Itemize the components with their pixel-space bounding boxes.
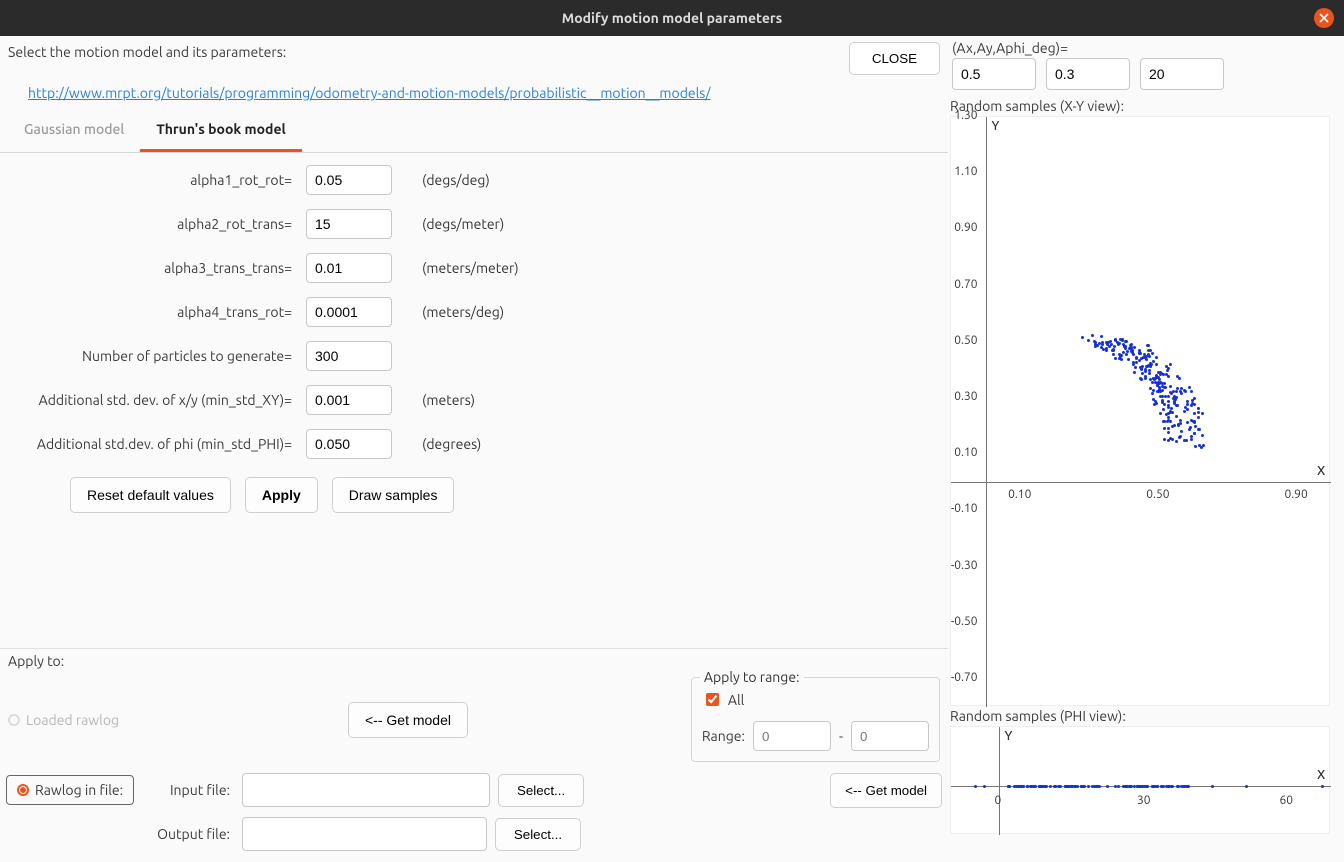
alpha2-unit: (degs/meter)	[422, 216, 504, 232]
plot-xy-label: Random samples (X-Y view):	[950, 96, 1338, 116]
range-groupbox: Apply to range: All Range: -	[691, 677, 940, 762]
titlebar: Modify motion model parameters	[0, 0, 1344, 36]
ax-input[interactable]	[952, 58, 1036, 90]
radio-loaded-label: Loaded rawlog	[26, 712, 119, 728]
nparticles-label: Number of particles to generate=	[10, 348, 296, 364]
ax-label: (Ax,Ay,Aphi_deg)=	[952, 40, 1336, 56]
minstdxy-unit: (meters)	[422, 392, 475, 408]
output-file-field[interactable]	[242, 817, 487, 851]
range-to-input[interactable]	[851, 721, 929, 751]
tab-thrun[interactable]: Thrun's book model	[140, 111, 301, 152]
alpha1-unit: (degs/deg)	[422, 172, 490, 188]
minstdphi-row: Additional std.dev. of phi (min_std_PHI)…	[10, 427, 938, 461]
alpha3-row: alpha3_trans_trans= (meters/meter)	[10, 251, 938, 285]
plot-phi-label: Random samples (PHI view):	[950, 706, 1338, 726]
alpha1-input[interactable]	[306, 165, 392, 195]
alpha3-input[interactable]	[306, 253, 392, 283]
doc-link[interactable]: http://www.mrpt.org/tutorials/programmin…	[28, 85, 711, 101]
alpha4-row: alpha4_trans_rot= (meters/deg)	[10, 295, 938, 329]
minstdphi-input[interactable]	[306, 429, 392, 459]
alpha3-unit: (meters/meter)	[422, 260, 519, 276]
minstdphi-unit: (degrees)	[422, 436, 481, 452]
minstdxy-row: Additional std. dev. of x/y (min_std_XY)…	[10, 383, 938, 417]
input-file-field[interactable]	[242, 773, 490, 807]
radio-rawlog-label: Rawlog in file:	[35, 782, 123, 798]
range-from-input[interactable]	[753, 721, 831, 751]
alpha4-label: alpha4_trans_rot=	[10, 304, 296, 320]
applyto-header: Apply to:	[6, 651, 942, 671]
window-title: Modify motion model parameters	[562, 10, 783, 26]
output-file-label: Output file:	[144, 826, 234, 842]
radio-loaded-rawlog[interactable]: Loaded rawlog	[8, 712, 119, 728]
alpha4-input[interactable]	[306, 297, 392, 327]
getmodel-bottom-button[interactable]: <-- Get model	[830, 773, 942, 808]
minstdxy-label: Additional std. dev. of x/y (min_std_XY)…	[10, 392, 296, 408]
range-dash: -	[839, 728, 843, 744]
radio-rawlog-file[interactable]: Rawlog in file:	[6, 775, 134, 805]
all-label: All	[728, 692, 744, 708]
ay-input[interactable]	[1046, 58, 1130, 90]
apply-button[interactable]: Apply	[245, 477, 318, 513]
alpha1-row: alpha1_rot_rot= (degs/deg)	[10, 163, 938, 197]
prompt-label: Select the motion model and its paramete…	[8, 44, 286, 60]
alpha4-unit: (meters/deg)	[422, 304, 504, 320]
alpha2-label: alpha2_rot_trans=	[10, 216, 296, 232]
output-file-select[interactable]: Select...	[495, 818, 581, 851]
alpha1-label: alpha1_rot_rot=	[10, 172, 296, 188]
aphi-input[interactable]	[1140, 58, 1224, 90]
range-title: Apply to range:	[700, 669, 804, 685]
plot-phi: YX03060	[950, 726, 1330, 834]
close-icon[interactable]	[1314, 8, 1334, 28]
draw-button[interactable]: Draw samples	[332, 477, 455, 513]
input-file-label: Input file:	[144, 782, 234, 798]
input-file-select[interactable]: Select...	[498, 774, 584, 807]
alpha2-row: alpha2_rot_trans= (degs/meter)	[10, 207, 938, 241]
close-button[interactable]: CLOSE	[849, 42, 940, 75]
nparticles-input[interactable]	[306, 341, 392, 371]
tab-gaussian[interactable]: Gaussian model	[8, 111, 140, 152]
alpha3-label: alpha3_trans_trans=	[10, 260, 296, 276]
nparticles-row: Number of particles to generate=	[10, 339, 938, 373]
all-checkbox[interactable]	[706, 693, 719, 706]
plot-xy: YX1.301.100.900.700.500.300.10-0.10-0.30…	[950, 116, 1330, 706]
reset-button[interactable]: Reset default values	[70, 477, 231, 513]
minstdphi-label: Additional std.dev. of phi (min_std_PHI)…	[10, 436, 296, 452]
tab-bar: Gaussian model Thrun's book model	[0, 111, 948, 153]
range-label: Range:	[702, 728, 745, 744]
alpha2-input[interactable]	[306, 209, 392, 239]
minstdxy-input[interactable]	[306, 385, 392, 415]
getmodel-top-button[interactable]: <-- Get model	[348, 702, 468, 738]
